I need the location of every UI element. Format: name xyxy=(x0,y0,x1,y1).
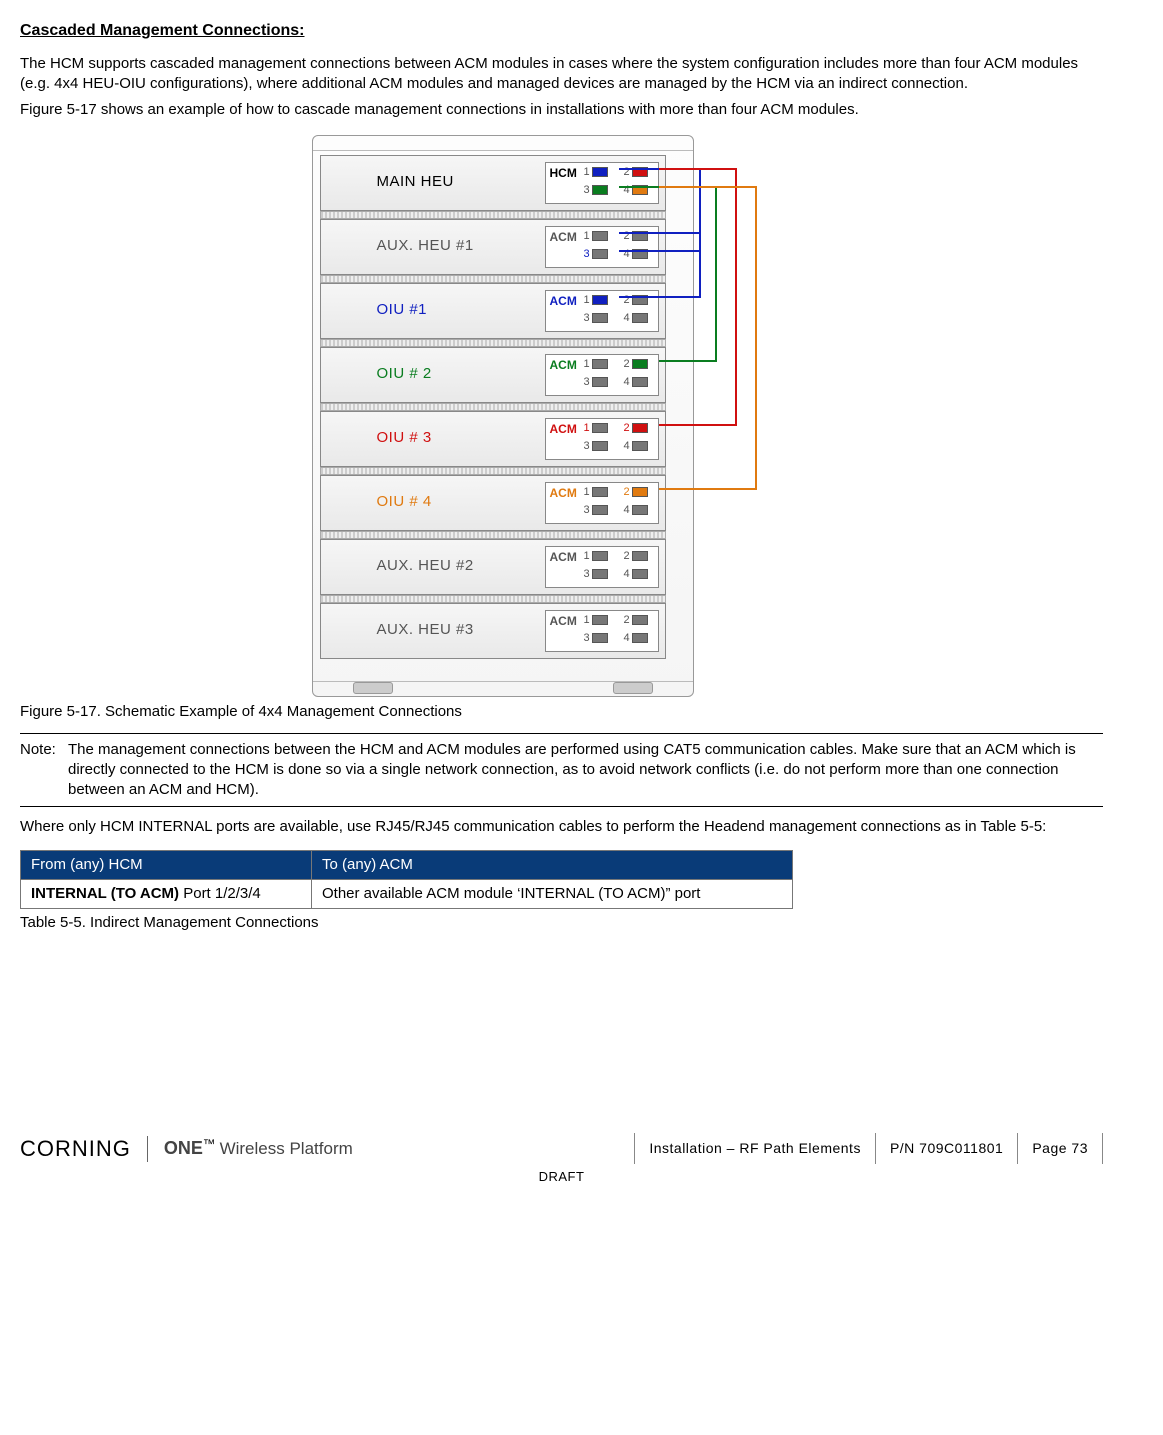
paragraph-2: Figure 5-17 shows an example of how to c… xyxy=(20,100,1103,120)
table-header-to: To (any) ACM xyxy=(312,850,793,879)
brand-corning: CORNING xyxy=(20,1134,131,1164)
wiring-overlay xyxy=(292,135,832,695)
table-cell-from: INTERNAL (TO ACM) Port 1/2/3/4 xyxy=(21,879,312,908)
paragraph-3: Where only HCM INTERNAL ports are availa… xyxy=(20,817,1103,837)
brand-divider xyxy=(147,1136,148,1162)
footer-draft: DRAFT xyxy=(20,1168,1103,1186)
table-cell-from-bold: INTERNAL (TO ACM) xyxy=(31,885,183,902)
paragraph-1: The HCM supports cascaded management con… xyxy=(20,54,1103,95)
table-header-from: From (any) HCM xyxy=(21,850,312,879)
brand-one: ONE xyxy=(164,1138,203,1158)
brand-logo: CORNING ONE™ Wireless Platform xyxy=(20,1134,450,1164)
brand-tm: ™ xyxy=(203,1137,216,1151)
table-cell-from-rest: Port 1/2/3/4 xyxy=(183,885,261,902)
table-caption: Table 5-5. Indirect Management Connectio… xyxy=(20,913,1103,933)
page-footer: CORNING ONE™ Wireless Platform Installat… xyxy=(20,1133,1103,1185)
footer-page: Page 73 xyxy=(1017,1133,1103,1164)
table-5-5: From (any) HCM To (any) ACM INTERNAL (TO… xyxy=(20,850,793,910)
brand-platform: Wireless Platform xyxy=(220,1139,353,1158)
note-body: The management connections between the H… xyxy=(68,740,1103,801)
section-heading: Cascaded Management Connections: xyxy=(20,20,1103,42)
note-box: Note: The management connections between… xyxy=(20,733,1103,808)
footer-pn: P/N 709C011801 xyxy=(875,1133,1017,1164)
footer-section: Installation – RF Path Elements xyxy=(634,1133,875,1164)
figure-5-17: MAIN HEUHCM1234AUX. HEU #1ACM1234OIU #1A… xyxy=(20,134,1103,696)
table-cell-to: Other available ACM module ‘INTERNAL (TO… xyxy=(312,879,793,908)
figure-caption: Figure 5-17. Schematic Example of 4x4 Ma… xyxy=(20,702,1103,722)
note-label: Note: xyxy=(20,740,68,801)
